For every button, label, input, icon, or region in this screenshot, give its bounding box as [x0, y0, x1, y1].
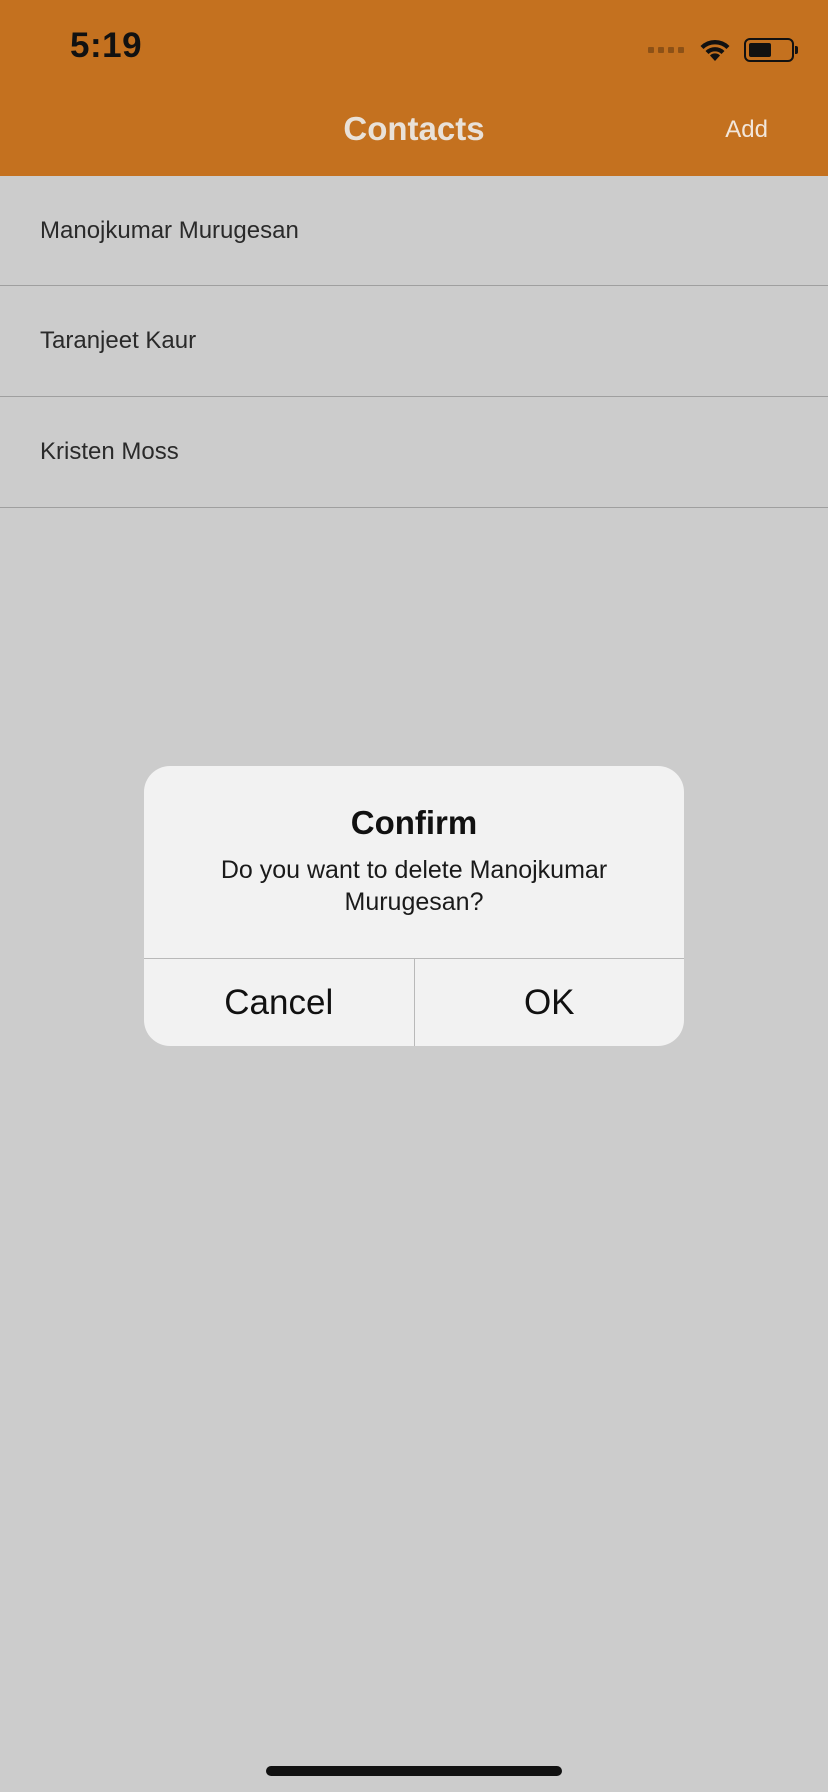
home-indicator[interactable] — [266, 1766, 562, 1776]
battery-icon — [744, 38, 798, 62]
confirm-dialog: Confirm Do you want to delete Manojkumar… — [144, 766, 684, 1046]
page-title: Contacts — [343, 110, 485, 147]
list-item[interactable]: Manojkumar Murugesan — [0, 176, 828, 286]
status-time: 5:19 — [70, 26, 143, 65]
cellular-signal-icon — [648, 47, 684, 53]
dialog-message: Do you want to delete Manojkumar Muruges… — [220, 856, 608, 916]
status-icons — [648, 36, 798, 64]
dialog-title: Confirm — [350, 804, 478, 841]
contact-name: Kristen Moss — [40, 438, 179, 465]
cancel-button[interactable]: Cancel — [144, 959, 414, 1046]
contact-name: Manojkumar Murugesan — [40, 216, 299, 244]
contact-name: Taranjeet Kaur — [40, 327, 197, 354]
contacts-list: Manojkumar Murugesan Taranjeet Kaur Kris… — [0, 176, 828, 508]
add-button[interactable]: Add — [725, 116, 768, 144]
list-item[interactable]: Taranjeet Kaur — [0, 286, 828, 397]
ok-button[interactable]: OK — [413, 959, 685, 1046]
dialog-actions: Cancel OK — [144, 958, 684, 1046]
navigation-header: 5:19 Contacts Add — [0, 0, 828, 176]
list-item[interactable]: Kristen Moss — [0, 397, 828, 508]
wifi-icon — [700, 39, 730, 61]
